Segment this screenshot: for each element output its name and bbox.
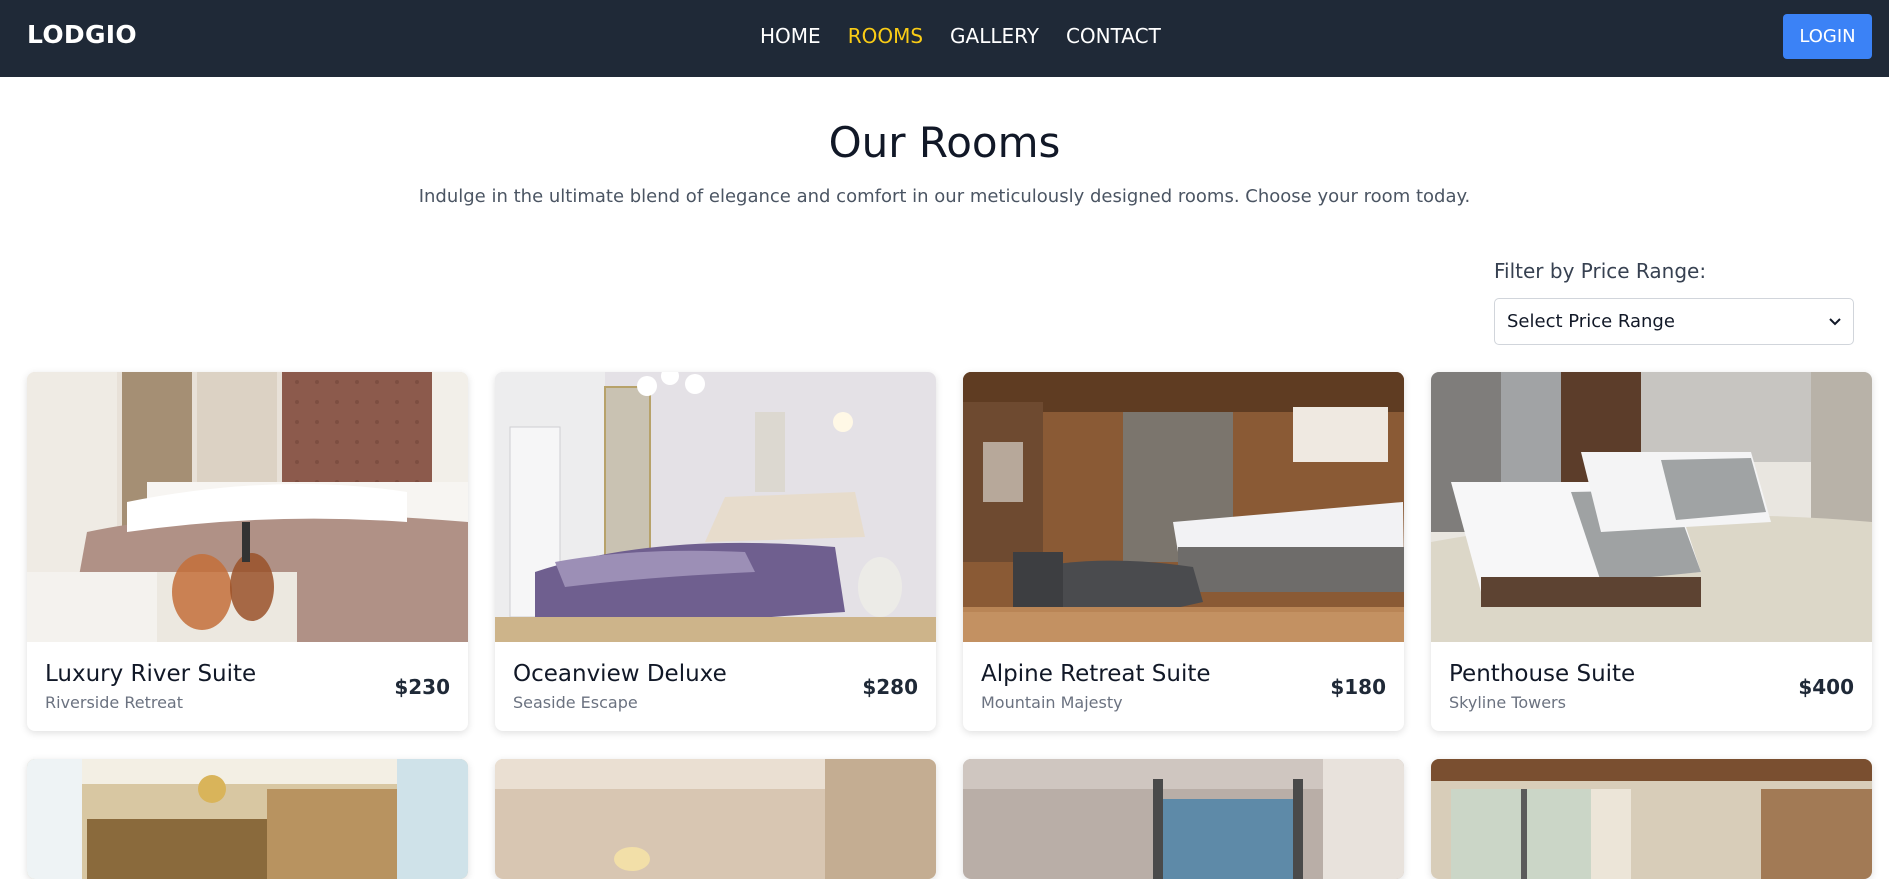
room-info: Penthouse Suite Skyline Towers $400 (1431, 642, 1872, 731)
room-info: Luxury River Suite Riverside Retreat $23… (27, 642, 468, 731)
nav-home[interactable]: HOME (760, 24, 821, 48)
top-navbar: LODGIO HOME ROOMS GALLERY CONTACT LOGIN (0, 0, 1889, 77)
nav-gallery[interactable]: GALLERY (950, 24, 1039, 48)
room-card[interactable] (1431, 759, 1872, 879)
room-price: $180 (1330, 675, 1386, 699)
room-card[interactable] (27, 759, 468, 879)
room-card[interactable]: Alpine Retreat Suite Mountain Majesty $1… (963, 372, 1404, 731)
room-name: Luxury River Suite (45, 661, 257, 687)
room-photo (963, 759, 1404, 879)
price-range-selected: Select Price Range (1507, 311, 1675, 332)
price-range-select[interactable]: Select Price Range (1494, 298, 1854, 345)
room-price: $230 (394, 675, 450, 699)
room-photo (1431, 759, 1872, 879)
room-price: $280 (862, 675, 918, 699)
room-price: $400 (1798, 675, 1854, 699)
room-location: Mountain Majesty (981, 693, 1123, 712)
brand-logo[interactable]: LODGIO (27, 20, 137, 49)
room-photo (963, 372, 1404, 642)
login-button[interactable]: LOGIN (1783, 14, 1872, 59)
room-card[interactable]: Penthouse Suite Skyline Towers $400 (1431, 372, 1872, 731)
room-card[interactable] (495, 759, 936, 879)
room-name: Oceanview Deluxe (513, 661, 727, 687)
page-subtitle: Indulge in the ultimate blend of eleganc… (418, 186, 1471, 207)
room-card[interactable] (963, 759, 1404, 879)
room-location: Riverside Retreat (45, 693, 183, 712)
room-photo (1431, 372, 1872, 642)
room-name: Alpine Retreat Suite (981, 661, 1211, 687)
room-photo (495, 372, 936, 642)
chevron-down-icon (1829, 315, 1841, 329)
room-location: Skyline Towers (1449, 693, 1566, 712)
room-card[interactable]: Oceanview Deluxe Seaside Escape $280 (495, 372, 936, 731)
room-name: Penthouse Suite (1449, 661, 1636, 687)
nav-rooms[interactable]: ROOMS (848, 24, 923, 48)
main-nav: HOME ROOMS GALLERY CONTACT (760, 24, 1161, 48)
room-photo (27, 372, 468, 642)
room-info: Alpine Retreat Suite Mountain Majesty $1… (963, 642, 1404, 731)
room-photo (27, 759, 468, 879)
room-card[interactable]: Luxury River Suite Riverside Retreat $23… (27, 372, 468, 731)
filter-label: Filter by Price Range: (1494, 259, 1707, 283)
room-photo (495, 759, 936, 879)
room-info: Oceanview Deluxe Seaside Escape $280 (495, 642, 936, 731)
room-location: Seaside Escape (513, 693, 638, 712)
nav-contact[interactable]: CONTACT (1066, 24, 1161, 48)
page-title: Our Rooms (828, 118, 1061, 167)
